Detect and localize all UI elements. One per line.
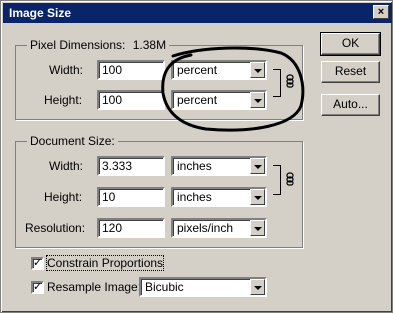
resolution-unit-select[interactable]: pixels/inch [171, 218, 267, 238]
constrain-proportions-checkbox[interactable]: ✓ [31, 257, 44, 270]
pixel-dimensions-size: 1.38M [132, 38, 167, 52]
pixel-height-unit-select[interactable]: percent [171, 90, 267, 110]
pixel-dimensions-label: Pixel Dimensions: [30, 38, 126, 52]
doc-width-label: Width: [49, 159, 84, 173]
resolution-input[interactable]: 120 [97, 218, 165, 238]
resample-image-checkbox[interactable]: ✓ [31, 281, 44, 294]
chevron-down-icon[interactable] [250, 220, 265, 236]
pixel-link-bracket [273, 69, 281, 97]
chevron-down-icon[interactable] [250, 189, 265, 205]
doc-height-label: Height: [44, 190, 83, 204]
chevron-down-icon[interactable] [250, 92, 265, 108]
constrain-proportions-label[interactable]: Constrain Proportions [45, 255, 165, 271]
pixel-width-input[interactable]: 100 [97, 60, 165, 80]
title-bar: Image Size × [3, 3, 392, 23]
chevron-down-icon[interactable] [250, 62, 265, 78]
chain-link-icon [286, 172, 294, 186]
checkmark-icon: ✓ [33, 257, 43, 269]
pixel-width-unit-value: percent [177, 63, 218, 77]
resolution-label: Resolution: [25, 221, 86, 235]
document-size-legend: Document Size: [27, 134, 118, 148]
chevron-down-icon[interactable] [250, 279, 265, 295]
pixel-dimensions-legend: Pixel Dimensions: 1.38M [27, 38, 170, 52]
pixel-height-input[interactable]: 100 [97, 90, 165, 110]
doc-height-unit-select[interactable]: inches [171, 187, 267, 207]
doc-width-input[interactable]: 3.333 [97, 156, 165, 176]
doc-width-unit-select[interactable]: inches [171, 156, 267, 176]
doc-height-unit-value: inches [177, 190, 212, 204]
doc-width-unit-value: inches [177, 159, 212, 173]
close-button[interactable]: × [373, 5, 389, 19]
resolution-unit-value: pixels/inch [177, 221, 234, 235]
chevron-down-icon[interactable] [250, 158, 265, 174]
dialog-title: Image Size [9, 6, 72, 20]
checkmark-icon: ✓ [33, 281, 43, 293]
reset-button[interactable]: Reset [321, 61, 380, 83]
pixel-height-unit-value: percent [177, 93, 218, 107]
close-icon: × [377, 6, 385, 18]
chain-link-icon [286, 74, 294, 88]
pixel-width-label: Width: [49, 63, 84, 77]
pixel-width-unit-select[interactable]: percent [171, 60, 267, 80]
resample-method-value: Bicubic [145, 280, 184, 294]
doc-link-bracket [273, 165, 281, 195]
pixel-height-label: Height: [44, 93, 83, 107]
doc-height-input[interactable]: 10 [97, 187, 165, 207]
resample-method-select[interactable]: Bicubic [139, 277, 267, 297]
auto-button[interactable]: Auto... [321, 94, 380, 116]
resample-image-label[interactable]: Resample Image: [47, 280, 141, 294]
ok-button[interactable]: OK [320, 32, 381, 56]
image-size-dialog: Image Size × Pixel Dimensions: 1.38M Wid… [0, 0, 393, 313]
